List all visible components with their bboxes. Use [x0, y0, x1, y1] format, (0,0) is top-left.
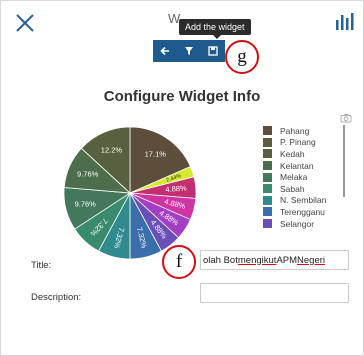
add-widget-button[interactable]: [204, 42, 222, 60]
legend-label: Selangor: [280, 218, 315, 229]
pie-slice-label: 12.2%: [101, 146, 123, 155]
legend-item[interactable]: Kedah: [263, 148, 326, 160]
legend-label: Kelantan: [280, 160, 314, 171]
callout-g: g: [225, 40, 259, 74]
legend-label: P. Pinang: [280, 137, 316, 148]
legend-swatch: [263, 172, 272, 182]
chart-legend: Pahang P. Pinang Kedah Kelantan Melaka Sabah N…: [263, 125, 326, 229]
legend-item[interactable]: Pahang: [263, 125, 326, 137]
title-label: Title:: [31, 260, 52, 271]
legend-item[interactable]: Melaka: [263, 171, 326, 183]
legend-swatch: [263, 207, 272, 217]
filter-icon: [185, 47, 193, 55]
legend-label: N. Sembilan: [280, 195, 327, 206]
legend-swatch: [263, 161, 272, 171]
legend-label: Sabah: [280, 183, 305, 194]
legend-swatch: [263, 149, 272, 159]
legend-label: Melaka: [280, 172, 308, 183]
legend-item[interactable]: Kelantan: [263, 160, 326, 172]
description-input[interactable]: [200, 283, 349, 303]
legend-label: Kedah: [280, 148, 305, 159]
legend-swatch: [263, 219, 272, 229]
description-label: Description:: [31, 292, 82, 303]
pie-slice-label: 17.1%: [145, 149, 167, 158]
legend-label: Pahang: [280, 125, 310, 136]
legend-swatch: [263, 195, 272, 205]
legend-label: Terengganu: [280, 206, 325, 217]
back-button[interactable]: [156, 42, 174, 60]
pie-chart: 17.1%2.44%4.88%4.88%4.88%4.88%7.32%7.32%…: [63, 126, 197, 260]
legend-swatch: [263, 137, 272, 147]
widget-toolbar: [153, 40, 225, 62]
title-value-end: Negeri: [297, 254, 326, 266]
close-icon[interactable]: [14, 12, 36, 34]
legend-item[interactable]: P. Pinang: [263, 137, 326, 149]
title-input[interactable]: olah Bot mengikut APM Negeri: [200, 250, 349, 270]
filter-button[interactable]: [180, 42, 198, 60]
widget-heading: Configure Widget Info: [103, 88, 261, 105]
title-value-gap: APM: [276, 254, 298, 266]
legend-scrollbar[interactable]: [343, 125, 345, 197]
pie-slice-label: 4.88%: [165, 183, 187, 194]
title-value-mid: mengikut: [237, 254, 277, 266]
legend-swatch: [263, 184, 272, 194]
camera-icon[interactable]: [340, 113, 352, 123]
bar-chart-icon[interactable]: [334, 12, 354, 32]
callout-f: f: [162, 245, 196, 279]
pie-slice-label: 9.76%: [77, 169, 99, 178]
legend-item[interactable]: Sabah: [263, 183, 326, 195]
save-icon: [208, 46, 218, 56]
legend-swatch: [263, 126, 272, 136]
pie-slice-label: 9.76%: [75, 199, 97, 208]
add-widget-tooltip: Add the widget: [179, 19, 251, 39]
title-value-prefix: olah Bot: [203, 254, 238, 266]
arrow-left-icon: [160, 46, 169, 56]
legend-item[interactable]: Selangor: [263, 218, 326, 230]
legend-item[interactable]: Terengganu: [263, 206, 326, 218]
legend-item[interactable]: N. Sembilan: [263, 195, 326, 207]
